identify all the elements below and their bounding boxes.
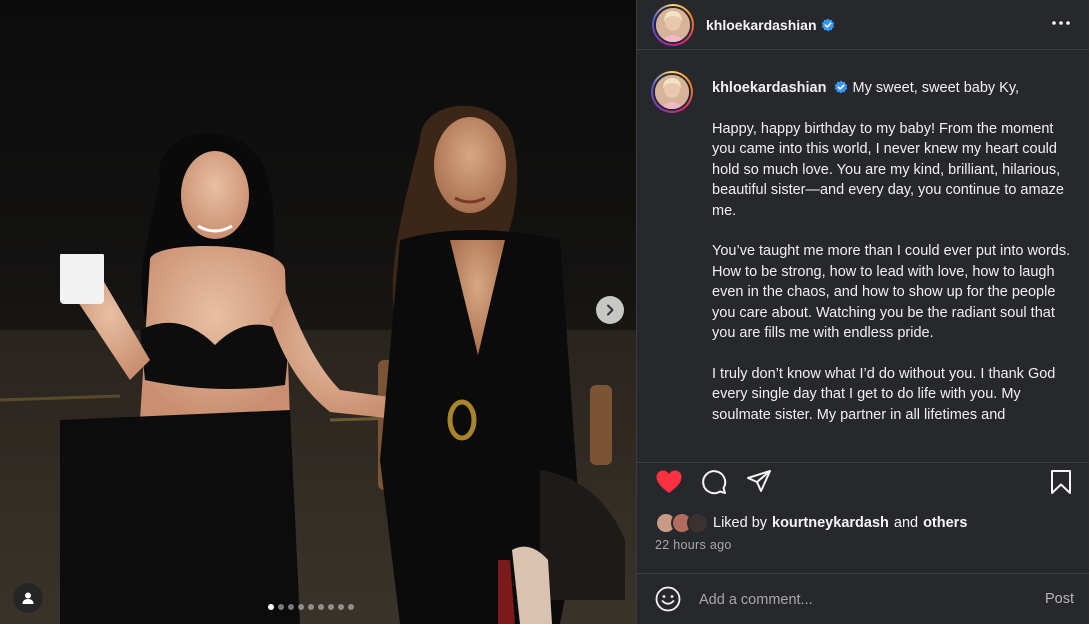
post-timestamp[interactable]: 22 hours ago (655, 538, 732, 552)
bookmark-icon[interactable] (1050, 469, 1072, 495)
share-icon[interactable] (746, 469, 772, 495)
carousel-dot (268, 604, 274, 610)
comment-icon[interactable] (701, 469, 727, 495)
liker-avatar (687, 512, 709, 534)
carousel-dot (348, 604, 354, 610)
caption-scroll-area[interactable]: khloekardashian My sweet, sweet baby Ky,… (637, 62, 1089, 447)
likes-prefix: Liked by (713, 515, 768, 531)
carousel-dot (288, 604, 294, 610)
caption-author-avatar[interactable] (651, 71, 693, 113)
post-details-panel: khloekardashian khloekardashian My sweet… (636, 0, 1089, 624)
user-tag-icon (22, 592, 34, 604)
likes-summary: Liked by kourtneykardash and others (655, 512, 967, 534)
carousel-dot (308, 604, 314, 610)
likes-conjunction: and (893, 515, 919, 531)
caption-first-line: My sweet, sweet baby Ky, (852, 80, 1020, 96)
action-bar (637, 462, 1089, 498)
emoji-icon[interactable] (655, 586, 681, 612)
caption-author-username[interactable]: khloekardashian (712, 80, 826, 96)
carousel-next-button[interactable] (596, 296, 624, 324)
caption-paragraph: You’ve taught me more than I could ever … (712, 243, 1071, 341)
likes-others-link[interactable]: others (923, 515, 967, 531)
post-comment-button[interactable]: Post (1045, 591, 1074, 607)
comment-input[interactable] (699, 588, 1019, 612)
heart-icon[interactable] (655, 469, 683, 495)
chevron-right-icon (607, 304, 614, 316)
more-icon[interactable] (1051, 13, 1071, 33)
verified-badge-icon (821, 18, 834, 31)
carousel-dot (328, 604, 334, 610)
carousel-dot (278, 604, 284, 610)
carousel-dot (338, 604, 344, 610)
verified-badge-icon (835, 80, 848, 94)
carousel-indicator (268, 604, 354, 610)
caption-paragraph: I truly don’t know what I’d do without y… (712, 365, 1056, 423)
comment-bar: Post (637, 573, 1089, 624)
liker-username[interactable]: kourtneykardash (772, 515, 889, 531)
caption-paragraph: Happy, happy birthday to my baby! From t… (712, 120, 1064, 219)
post-photo (0, 105, 636, 624)
post-header: khloekardashian (637, 0, 1089, 50)
user-tags-button[interactable] (13, 583, 43, 613)
author-avatar[interactable] (652, 3, 694, 46)
post-media[interactable] (0, 0, 636, 624)
carousel-dot (298, 604, 304, 610)
liker-avatars[interactable] (655, 512, 715, 534)
caption-text: khloekardashian My sweet, sweet baby Ky,… (712, 78, 1072, 425)
carousel-dot (318, 604, 324, 610)
author-username[interactable]: khloekardashian (706, 17, 817, 33)
